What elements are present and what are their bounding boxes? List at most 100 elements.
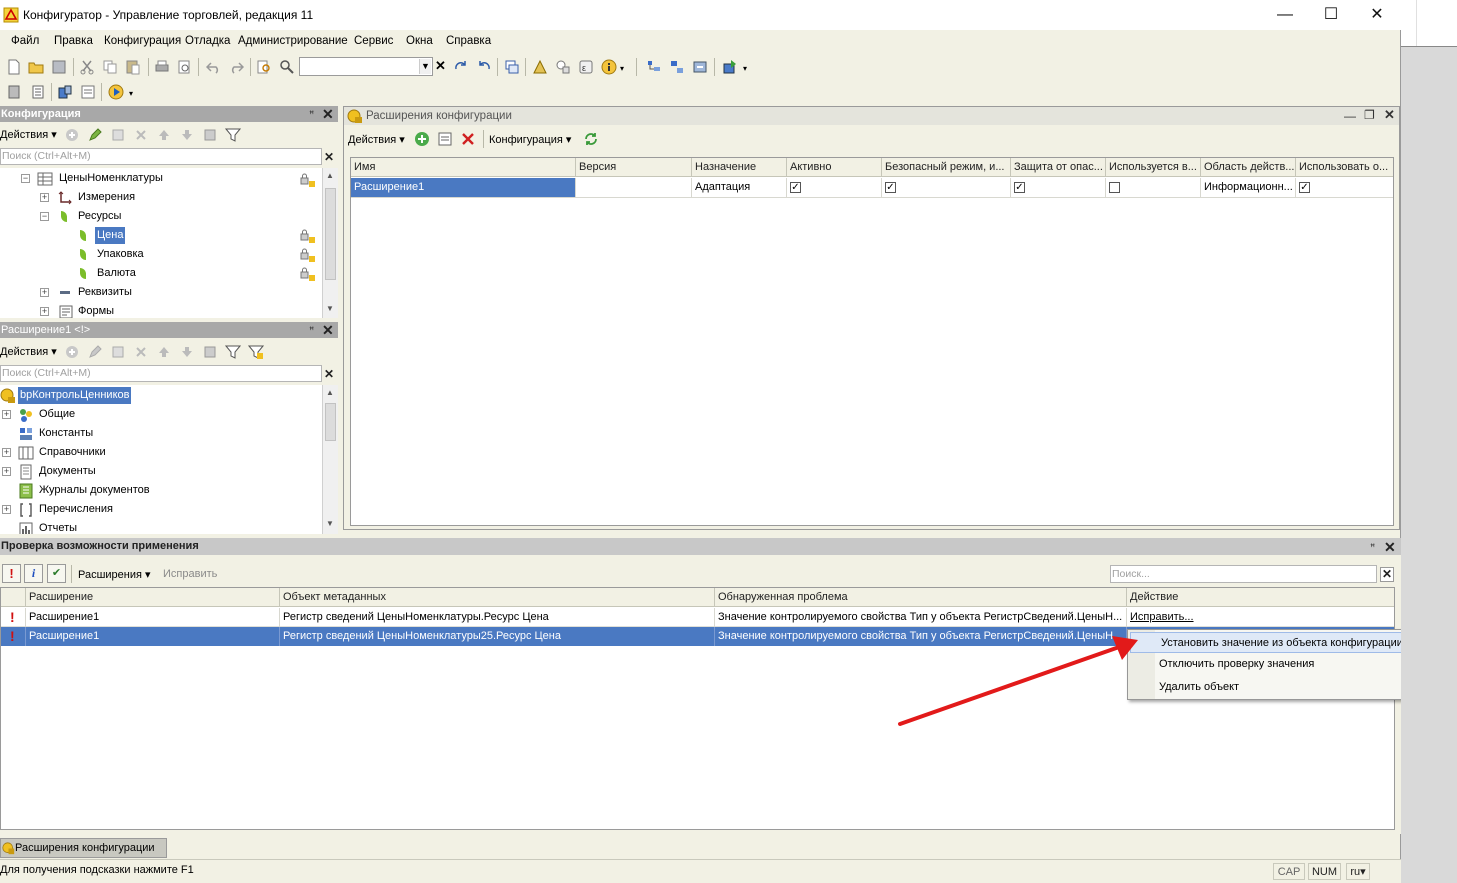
scroll-thumb[interactable]	[325, 403, 336, 441]
tree-item-journals[interactable]: Журналы документов	[0, 481, 320, 500]
table-row[interactable]: ! Расширение1 Регистр сведений ЦеныНомен…	[1, 608, 1394, 627]
menu-help[interactable]: Справка	[446, 35, 491, 47]
move-up-icon[interactable]	[156, 127, 172, 143]
tree-item-package[interactable]: Упаковка	[0, 245, 320, 264]
copy-icon[interactable]	[102, 59, 118, 75]
fix-link[interactable]: Исправить...	[1127, 608, 1394, 627]
tree-item-currency[interactable]: Валюта	[0, 264, 320, 283]
col-purpose[interactable]: Назначение	[692, 158, 787, 177]
menu-item-delete-object[interactable]: Удалить объект	[1130, 677, 1438, 698]
sort-icon[interactable]	[202, 127, 218, 143]
expand-icon[interactable]: +	[2, 505, 11, 514]
checkbox-active[interactable]: ✓	[790, 182, 801, 193]
expand-icon[interactable]: +	[2, 410, 11, 419]
pin-icon[interactable]: ꟸ	[1370, 542, 1375, 553]
expand-icon[interactable]: +	[2, 467, 11, 476]
cell-purpose[interactable]: Адаптация	[692, 178, 787, 197]
extensions-actions-menu[interactable]: Действия ▾	[348, 133, 405, 146]
list-icon[interactable]	[80, 84, 96, 100]
col-safe-mode[interactable]: Безопасный режим, и...	[882, 158, 1011, 177]
copy-item-icon[interactable]	[110, 127, 126, 143]
ok-filter-button[interactable]: ✔	[47, 564, 66, 583]
compare-icon[interactable]	[669, 59, 685, 75]
delete-icon[interactable]	[133, 127, 149, 143]
edit-icon[interactable]	[87, 127, 103, 143]
edit-icon[interactable]	[87, 344, 103, 360]
new-file-icon[interactable]	[6, 59, 22, 75]
undo-icon[interactable]	[206, 59, 222, 75]
paste-icon[interactable]	[125, 59, 141, 75]
find-prev-icon[interactable]	[476, 59, 492, 75]
window-minimize-icon[interactable]: —	[1344, 107, 1356, 125]
check-search-input[interactable]: Поиск...	[1110, 565, 1377, 583]
cell-object[interactable]: Регистр сведений ЦеныНоменклатуры25.Ресу…	[280, 627, 715, 646]
config-actions-menu[interactable]: Действия ▾	[0, 128, 57, 141]
ext-search-input[interactable]: Поиск (Ctrl+Alt+M)	[0, 365, 322, 382]
scroll-down-icon[interactable]: ▼	[326, 304, 334, 313]
tree-item-catalogs[interactable]: + Справочники	[0, 443, 320, 462]
menu-debug[interactable]: Отладка	[185, 35, 230, 47]
tree-item-constants[interactable]: Константы	[0, 424, 320, 443]
col-active[interactable]: Активно	[787, 158, 882, 177]
collapse-icon[interactable]: −	[21, 174, 30, 183]
cell-extension[interactable]: Расширение1	[26, 608, 280, 627]
db-config-icon[interactable]	[57, 84, 73, 100]
ext-actions-menu[interactable]: Действия ▾	[0, 345, 57, 358]
info-dropdown-icon[interactable]: ▾	[620, 64, 624, 73]
minimize-button[interactable]: —	[1262, 0, 1308, 30]
open-extension-icon[interactable]	[437, 131, 453, 147]
move-down-icon[interactable]	[179, 344, 195, 360]
tree-icon[interactable]	[646, 59, 662, 75]
find-next-icon[interactable]	[453, 59, 469, 75]
configuration-menu[interactable]: Конфигурация ▾	[489, 133, 571, 146]
taskbar-tab[interactable]: Расширения конфигурации	[0, 838, 167, 858]
col-used-in[interactable]: Используется в...	[1106, 158, 1201, 177]
close-extension-panel-icon[interactable]: ✕	[322, 323, 334, 337]
tree-item-attributes[interactable]: + Реквизиты	[0, 283, 320, 302]
cell-protection[interactable]: ✓	[1011, 178, 1106, 197]
copy-item-icon[interactable]	[110, 344, 126, 360]
move-down-icon[interactable]	[179, 127, 195, 143]
col-action[interactable]: Действие	[1127, 588, 1394, 607]
menu-item-set-from-config[interactable]: Установить значение из объекта конфигура…	[1130, 632, 1438, 653]
cell-name[interactable]: Расширение1	[351, 178, 576, 197]
refresh-icon[interactable]	[583, 131, 599, 147]
filter-changed-icon[interactable]	[248, 344, 264, 360]
window-close-icon[interactable]: ✕	[1384, 106, 1395, 124]
scroll-up-icon[interactable]: ▲	[326, 388, 334, 397]
template-icon[interactable]: ε	[578, 59, 594, 75]
col-scope[interactable]: Область действ...	[1201, 158, 1296, 177]
col-name[interactable]: Имя	[351, 158, 576, 177]
filter-icon[interactable]	[225, 127, 241, 143]
scroll-thumb[interactable]	[325, 188, 336, 280]
menu-edit[interactable]: Правка	[54, 35, 93, 47]
menu-file[interactable]: Файл	[11, 35, 39, 47]
move-up-icon[interactable]	[156, 344, 172, 360]
scroll-down-icon[interactable]: ▼	[326, 519, 334, 528]
db-update-icon[interactable]	[722, 59, 738, 75]
errors-filter-button[interactable]: !	[2, 564, 21, 583]
clear-config-search-icon[interactable]: ✕	[324, 150, 334, 164]
tree-item-forms[interactable]: + Формы	[0, 302, 320, 318]
maximize-button[interactable]: ☐	[1308, 0, 1354, 30]
tree-item-extension-root[interactable]: bpКонтрольЦенников	[0, 386, 320, 405]
tree-item-dimensions[interactable]: + Измерения	[0, 188, 320, 207]
close-check-panel-icon[interactable]: ✕	[1384, 540, 1396, 554]
run-debug-icon[interactable]	[108, 84, 124, 100]
close-window-button[interactable]: ✕	[1354, 0, 1400, 30]
clear-search-icon[interactable]: ✕	[435, 58, 446, 74]
search-icon[interactable]	[279, 59, 295, 75]
add-icon[interactable]	[64, 127, 80, 143]
cell-use-o[interactable]: ✓	[1296, 178, 1393, 197]
window-restore-icon[interactable]: ❐	[1364, 106, 1375, 124]
run-dropdown-icon[interactable]: ▾	[129, 89, 133, 98]
checkbox-used-in[interactable]	[1109, 182, 1120, 193]
checkbox-use-o[interactable]: ✓	[1299, 182, 1310, 193]
info-icon[interactable]	[601, 59, 617, 75]
clear-check-search-icon[interactable]: ✕	[1380, 567, 1394, 582]
update-config-icon[interactable]	[692, 59, 708, 75]
redo-icon[interactable]	[228, 59, 244, 75]
col-extension[interactable]: Расширение	[26, 588, 280, 607]
clear-ext-search-icon[interactable]: ✕	[324, 367, 334, 381]
language-indicator[interactable]: ru▾	[1346, 863, 1370, 880]
